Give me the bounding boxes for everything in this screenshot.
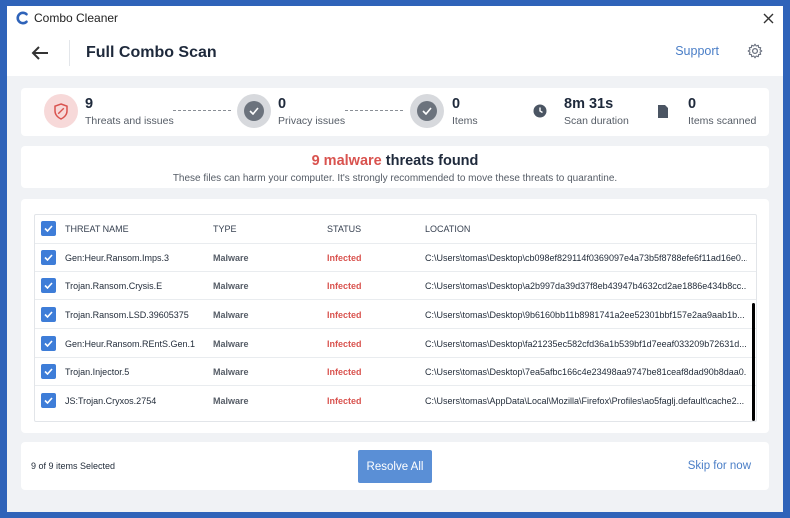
close-icon xyxy=(763,13,773,23)
check-circle-icon xyxy=(417,101,437,121)
table-row[interactable]: Trojan.Ransom.LSD.39605375 Malware Infec… xyxy=(35,301,756,329)
page-header: Full Combo Scan Support xyxy=(7,30,783,77)
scan-duration-label: Scan duration xyxy=(564,115,629,127)
gear-icon xyxy=(747,43,763,59)
selected-items-count: 9 of 9 items Selected xyxy=(31,461,116,471)
threat-summary-rest: threats found xyxy=(381,153,479,169)
threat-location: C:\Users\tomas\Desktop\a2b997da39d37f8eb… xyxy=(425,280,747,291)
threat-location: C:\Users\tomas\Desktop\fa21235ec582cfd36… xyxy=(425,338,747,349)
select-all-checkbox[interactable] xyxy=(41,221,56,236)
document-icon xyxy=(655,103,671,119)
checkmark-icon xyxy=(44,340,53,347)
checkmark-icon xyxy=(44,311,53,318)
checkmark-icon xyxy=(44,254,53,261)
threats-stat-icon-badge xyxy=(44,94,78,128)
column-header-threat-name[interactable]: THREAT NAME xyxy=(65,215,205,243)
threat-status: Infected xyxy=(327,280,362,291)
close-button[interactable] xyxy=(759,9,777,27)
privacy-stat-icon-badge xyxy=(237,94,271,128)
items-stat-icon-badge xyxy=(410,94,444,128)
table-row[interactable]: Gen:Heur.Ransom.Imps.3 Malware Infected … xyxy=(35,244,756,272)
threat-name: Trojan.Ransom.Crysis.E xyxy=(65,280,163,291)
support-link[interactable]: Support xyxy=(675,44,719,58)
column-header-status[interactable]: STATUS xyxy=(327,215,407,243)
privacy-label: Privacy issues xyxy=(278,115,346,127)
row-checkbox[interactable] xyxy=(41,250,56,265)
threat-name: Gen:Heur.Ransom.REntS.Gen.1 xyxy=(65,338,196,349)
shield-icon xyxy=(54,102,68,120)
scan-duration-value: 8m 31s xyxy=(564,96,614,112)
back-arrow-icon xyxy=(31,46,48,60)
threat-type: Malware xyxy=(213,252,249,263)
row-checkbox[interactable] xyxy=(41,278,56,293)
threat-status: Infected xyxy=(327,309,362,320)
stat-separator xyxy=(173,110,231,111)
settings-button[interactable] xyxy=(745,41,765,61)
items-count: 0 xyxy=(452,96,461,112)
app-window: Combo Cleaner Full Combo Scan Support 9 … xyxy=(7,6,783,512)
threat-status: Infected xyxy=(327,252,362,263)
combo-cleaner-logo-icon xyxy=(15,11,29,25)
row-checkbox[interactable] xyxy=(41,364,56,379)
table-scrollbar[interactable] xyxy=(752,303,755,421)
threat-type: Malware xyxy=(213,309,249,320)
back-button[interactable] xyxy=(29,42,51,64)
threat-name: Trojan.Injector.5 xyxy=(65,366,130,377)
checkmark-icon xyxy=(44,282,53,289)
table-row[interactable]: Trojan.Injector.5 Malware Infected C:\Us… xyxy=(35,358,756,386)
threat-name: JS:Trojan.Cryxos.2754 xyxy=(65,396,157,406)
checkmark-icon xyxy=(44,225,53,232)
threat-status: Infected xyxy=(327,338,362,349)
threats-count: 9 xyxy=(85,96,94,112)
threat-name: Gen:Heur.Ransom.Imps.3 xyxy=(65,252,170,263)
threat-table-card: THREAT NAME TYPE STATUS LOCATION Gen:Heu… xyxy=(21,199,769,433)
row-checkbox[interactable] xyxy=(41,307,56,322)
table-row[interactable]: Trojan.Ransom.Crysis.E Malware Infected … xyxy=(35,272,756,300)
privacy-count: 0 xyxy=(278,96,287,112)
threat-location: C:\Users\tomas\Desktop\7ea5afbc166c4e234… xyxy=(425,366,747,377)
threat-table: THREAT NAME TYPE STATUS LOCATION Gen:Heu… xyxy=(34,214,757,422)
skip-for-now-link[interactable]: Skip for now xyxy=(688,460,751,472)
items-label: Items xyxy=(452,115,478,127)
title-bar: Combo Cleaner xyxy=(7,6,783,30)
clock-icon xyxy=(532,103,548,119)
main-content: 9 Threats and issues 0 Privacy issues 0 … xyxy=(7,76,783,512)
threat-location: C:\Users\tomas\Desktop\cb098ef829114f036… xyxy=(425,252,747,263)
table-row[interactable]: Gen:Heur.Ransom.REntS.Gen.1 Malware Infe… xyxy=(35,330,756,358)
threat-type: Malware xyxy=(213,338,249,349)
malware-count-highlight: 9 malware xyxy=(311,153,382,169)
column-header-location[interactable]: LOCATION xyxy=(425,215,747,243)
threat-status: Infected xyxy=(327,366,362,377)
threats-label: Threats and issues xyxy=(85,115,174,127)
threat-location: C:\Users\tomas\Desktop\9b6160bb11b898174… xyxy=(425,309,745,320)
checkmark-icon xyxy=(44,368,53,375)
scan-stats-card: 9 Threats and issues 0 Privacy issues 0 … xyxy=(21,88,769,136)
resolve-all-button[interactable]: Resolve All xyxy=(358,450,432,483)
column-header-type[interactable]: TYPE xyxy=(213,215,313,243)
items-scanned-count: 0 xyxy=(688,96,697,112)
header-divider xyxy=(69,40,70,66)
threat-summary-title: 9 malware threats found xyxy=(21,153,769,169)
threat-status: Infected xyxy=(327,396,362,406)
app-title: Combo Cleaner xyxy=(34,11,119,25)
table-header-row: THREAT NAME TYPE STATUS LOCATION xyxy=(35,215,756,244)
stat-separator xyxy=(345,110,403,111)
threat-name: Trojan.Ransom.LSD.39605375 xyxy=(65,309,189,320)
threat-type: Malware xyxy=(213,280,249,291)
row-checkbox[interactable] xyxy=(41,393,56,408)
table-row[interactable]: JS:Trojan.Cryxos.2754 Malware Infected C… xyxy=(35,387,756,415)
page-title: Full Combo Scan xyxy=(86,44,217,61)
action-footer: 9 of 9 items Selected Resolve All Skip f… xyxy=(21,442,769,490)
threat-type: Malware xyxy=(213,396,249,406)
check-circle-icon xyxy=(244,101,264,121)
threat-location: C:\Users\tomas\AppData\Local\Mozilla\Fir… xyxy=(425,396,745,406)
threat-type: Malware xyxy=(213,366,249,377)
threat-summary-card: 9 malware threats found These files can … xyxy=(21,146,769,188)
checkmark-icon xyxy=(44,397,53,404)
threat-summary-subtitle: These files can harm your computer. It's… xyxy=(172,173,618,184)
items-scanned-label: Items scanned xyxy=(688,115,757,127)
row-checkbox[interactable] xyxy=(41,336,56,351)
